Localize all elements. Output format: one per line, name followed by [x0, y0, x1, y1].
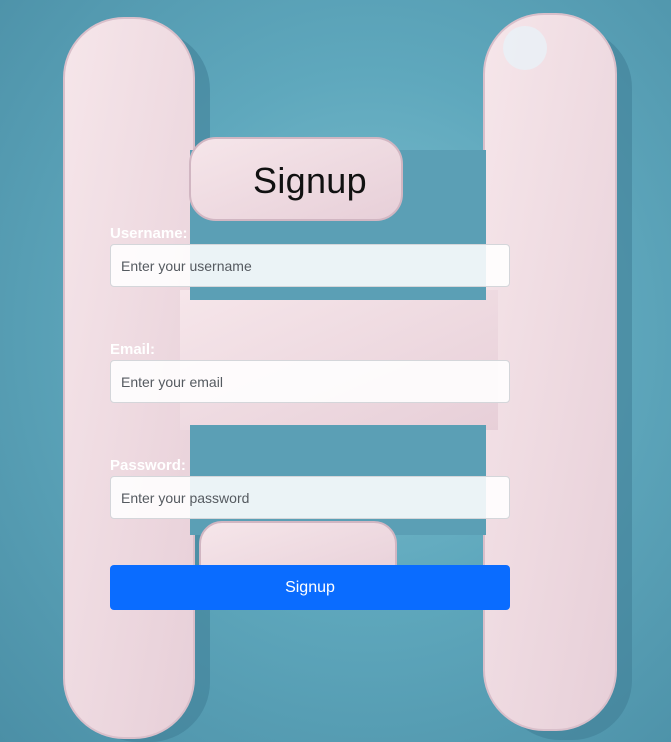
username-label: Username:	[110, 225, 188, 242]
email-label: Email:	[110, 341, 156, 358]
signup-form: Signup Username: Email: Password: Signup	[110, 150, 510, 610]
email-input[interactable]	[110, 360, 510, 403]
password-label: Password:	[110, 457, 186, 474]
username-input[interactable]	[110, 244, 510, 287]
signup-page: Signup Username: Email: Password: Signup	[0, 0, 671, 742]
signup-button[interactable]: Signup	[110, 565, 510, 610]
password-field-group: Password:	[110, 456, 510, 519]
email-field-group: Email:	[110, 340, 510, 403]
page-title: Signup	[253, 160, 367, 201]
password-input[interactable]	[110, 476, 510, 519]
username-field-group: Username:	[110, 224, 510, 287]
